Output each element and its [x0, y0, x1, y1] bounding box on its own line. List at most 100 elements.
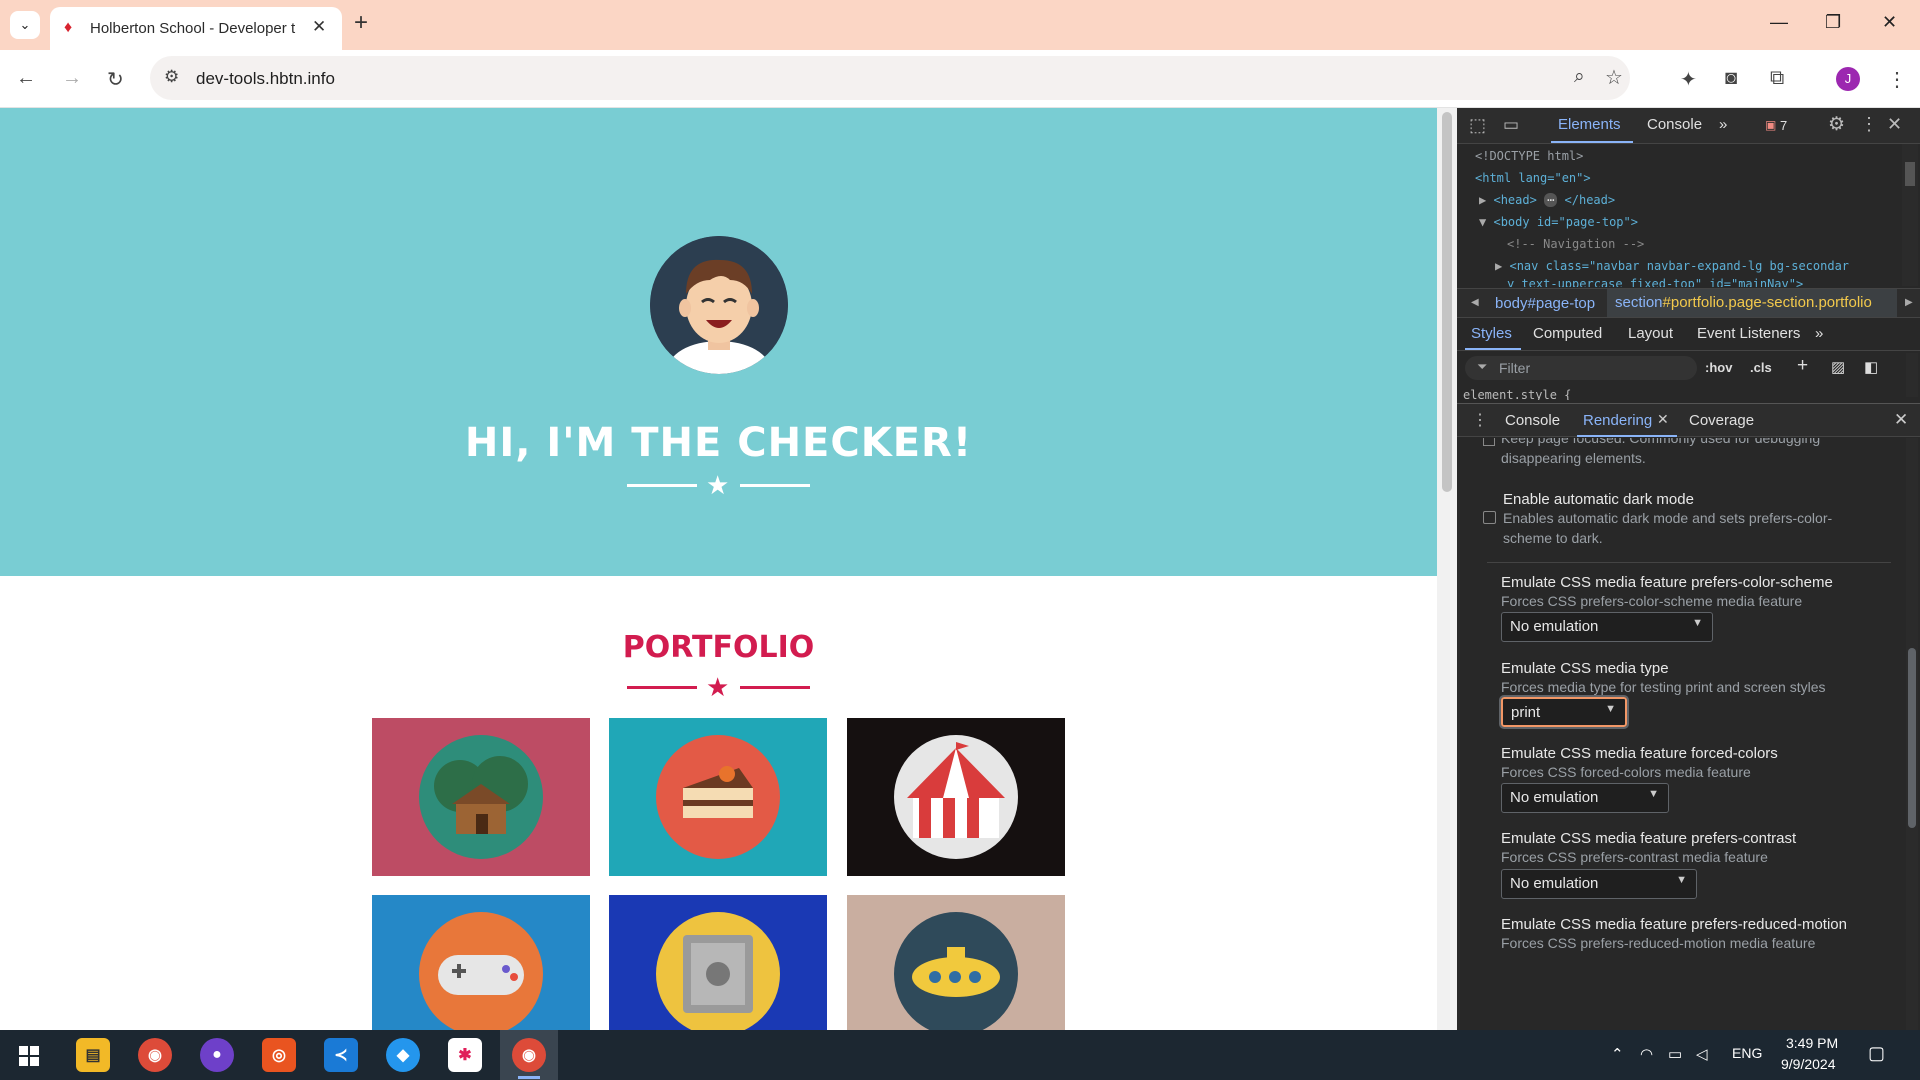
wifi-icon[interactable]: ◠ — [1640, 1045, 1653, 1063]
dom-line-nav[interactable]: ▶ <nav class="navbar navbar-expand-lg bg… — [1495, 259, 1849, 273]
more-style-tabs-icon[interactable]: » — [1815, 325, 1823, 342]
camera-icon[interactable]: ◙ — [1725, 67, 1737, 90]
extensions-icon[interactable]: ⧉ — [1770, 67, 1784, 90]
dom-scroll-thumb[interactable] — [1905, 162, 1915, 186]
tray-overflow-icon[interactable]: ⌃ — [1611, 1045, 1624, 1063]
vscode-icon[interactable]: ≺ — [324, 1038, 358, 1072]
focus-checkbox[interactable] — [1483, 438, 1495, 446]
restore-icon[interactable]: ❐ — [1825, 12, 1841, 33]
dropdown-arrow-icon: ▼ — [1605, 703, 1616, 715]
drawer-tab-rendering[interactable]: Rendering — [1583, 412, 1652, 429]
url-text: dev-tools.hbtn.info — [196, 69, 335, 88]
chrome-icon[interactable]: ◉ — [138, 1038, 172, 1072]
breadcrumb-right-arrow-icon[interactable]: ▶ — [1905, 297, 1913, 308]
breadcrumb-section[interactable]: section#portfolio.page-section.portfolio — [1607, 289, 1897, 317]
address-bar[interactable]: ⚙ dev-tools.hbtn.info ⌕ ☆ — [150, 56, 1630, 100]
breadcrumb-left-arrow-icon[interactable]: ◀ — [1471, 297, 1479, 308]
prefers-contrast-select[interactable]: No emulation ▼ — [1501, 869, 1697, 899]
reload-icon[interactable]: ↻ — [107, 67, 124, 92]
devtools-menu-icon[interactable]: ⋮ — [1860, 114, 1878, 135]
portfolio-item-circus[interactable] — [847, 718, 1065, 876]
drawer-close-icon[interactable]: ✕ — [1894, 410, 1908, 430]
ubuntu-icon[interactable]: ◎ — [262, 1038, 296, 1072]
slack-icon[interactable]: ✱ — [448, 1038, 482, 1072]
notifications-icon[interactable]: ▢ — [1868, 1043, 1885, 1064]
file-explorer-icon[interactable]: ▤ — [76, 1038, 110, 1072]
tab-close-icon[interactable]: ✕ — [312, 17, 326, 37]
page-scrollbar[interactable] — [1437, 108, 1457, 1030]
battery-icon[interactable]: ▭ — [1668, 1045, 1682, 1063]
site-info-icon[interactable]: ⚙ — [164, 67, 179, 87]
forward-icon[interactable]: → — [62, 67, 82, 90]
dom-line-doctype[interactable]: <!DOCTYPE html> — [1475, 149, 1583, 163]
back-icon[interactable]: ← — [16, 67, 36, 90]
element-style-text[interactable]: element.style { — [1463, 388, 1571, 400]
extension-puzzle-icon[interactable]: ✦ — [1680, 67, 1697, 92]
inspect-element-icon[interactable]: ⬚ — [1469, 115, 1486, 136]
web-page-viewport[interactable]: HI, I'M THE CHECKER! ★ PORTFOLIO ★ — [0, 108, 1437, 1030]
tab-console[interactable]: Console — [1647, 116, 1702, 133]
more-tabs-icon[interactable]: » — [1719, 116, 1727, 133]
media-type-select[interactable]: print ▼ — [1499, 695, 1629, 729]
browser-menu-icon[interactable]: ⋮ — [1887, 67, 1907, 92]
tab-elements[interactable]: Elements — [1558, 116, 1621, 133]
collapse-arrow-icon[interactable]: ▼ — [1479, 215, 1486, 229]
dark-mode-checkbox[interactable] — [1483, 511, 1496, 524]
hov-button[interactable]: :hov — [1705, 360, 1732, 375]
dom-line-html[interactable]: <html lang="en"> — [1475, 171, 1591, 185]
portfolio-item-submarine[interactable] — [847, 895, 1065, 1030]
tab-layout[interactable]: Layout — [1628, 325, 1673, 342]
dom-line-nav-cont[interactable]: y text-uppercase fixed-top" id="mainNav"… — [1507, 277, 1803, 287]
github-icon[interactable]: ● — [200, 1038, 234, 1072]
windows-start-icon[interactable] — [19, 1046, 39, 1066]
docker-icon[interactable]: ◆ — [386, 1038, 420, 1072]
toggle-sidebar-icon[interactable]: ◧ — [1864, 358, 1878, 376]
tab-computed[interactable]: Computed — [1533, 325, 1602, 342]
portfolio-item-cabin[interactable] — [372, 718, 590, 876]
tab-styles[interactable]: Styles — [1471, 325, 1512, 342]
cls-button[interactable]: .cls — [1750, 360, 1772, 375]
expand-arrow-icon[interactable]: ▶ — [1479, 193, 1486, 207]
drawer-menu-icon[interactable]: ⋮ — [1472, 410, 1488, 430]
paint-brush-icon[interactable]: ▨ — [1831, 358, 1845, 376]
profile-avatar[interactable]: J — [1836, 67, 1860, 91]
issues-icon[interactable]: ▣ — [1765, 118, 1776, 132]
forced-colors-select[interactable]: No emulation ▼ — [1501, 783, 1669, 813]
tab-search-button[interactable]: ⌄ — [10, 11, 40, 39]
avatar-illustration — [650, 236, 788, 374]
rendering-tab-underline — [1577, 435, 1677, 437]
browser-tab[interactable]: ♦ Holberton School - Developer t ✕ — [50, 7, 342, 50]
drawer-tab-console[interactable]: Console — [1505, 412, 1560, 429]
rendering-tab-close-icon[interactable]: ✕ — [1657, 411, 1669, 428]
minimize-icon[interactable]: — — [1770, 12, 1788, 33]
rendering-scroll-thumb[interactable] — [1908, 648, 1916, 828]
volume-icon[interactable]: ◁ — [1696, 1045, 1708, 1063]
styles-scrollbar[interactable] — [1906, 353, 1918, 397]
clock-date[interactable]: 9/9/2024 — [1781, 1056, 1836, 1072]
bookmark-star-icon[interactable]: ☆ — [1605, 65, 1623, 90]
drawer-tab-coverage[interactable]: Coverage — [1689, 412, 1754, 429]
ellipsis-badge[interactable]: ⋯ — [1544, 193, 1558, 207]
portfolio-item-safe[interactable] — [609, 895, 827, 1030]
dom-line-comment[interactable]: <!-- Navigation --> — [1507, 237, 1644, 251]
clock-time[interactable]: 3:49 PM — [1786, 1035, 1838, 1051]
dom-line-head[interactable]: ▶ <head> ⋯ </head> — [1479, 193, 1615, 207]
color-scheme-select[interactable]: No emulation ▼ — [1501, 612, 1713, 642]
dom-line-body[interactable]: ▼ <body id="page-top"> — [1479, 215, 1638, 229]
close-window-icon[interactable]: ✕ — [1882, 12, 1897, 33]
portfolio-item-cake[interactable] — [609, 718, 827, 876]
portfolio-item-gamepad[interactable] — [372, 895, 590, 1030]
tab-event-listeners[interactable]: Event Listeners — [1697, 325, 1800, 342]
zoom-icon[interactable]: ⌕ — [1574, 66, 1585, 88]
add-style-rule-icon[interactable]: + — [1797, 355, 1808, 377]
page-scroll-thumb[interactable] — [1442, 112, 1452, 492]
chrome-profile-icon[interactable]: ◉ — [512, 1038, 546, 1072]
device-toolbar-icon[interactable]: ▭ — [1503, 115, 1519, 135]
settings-gear-icon[interactable]: ⚙ — [1828, 113, 1845, 136]
breadcrumb-body[interactable]: body#page-top — [1495, 295, 1595, 312]
issues-count[interactable]: 7 — [1780, 118, 1787, 133]
expand-arrow-icon[interactable]: ▶ — [1495, 259, 1502, 273]
language-indicator[interactable]: ENG — [1732, 1045, 1762, 1061]
devtools-close-icon[interactable]: ✕ — [1887, 114, 1902, 135]
new-tab-button[interactable]: + — [354, 9, 368, 37]
